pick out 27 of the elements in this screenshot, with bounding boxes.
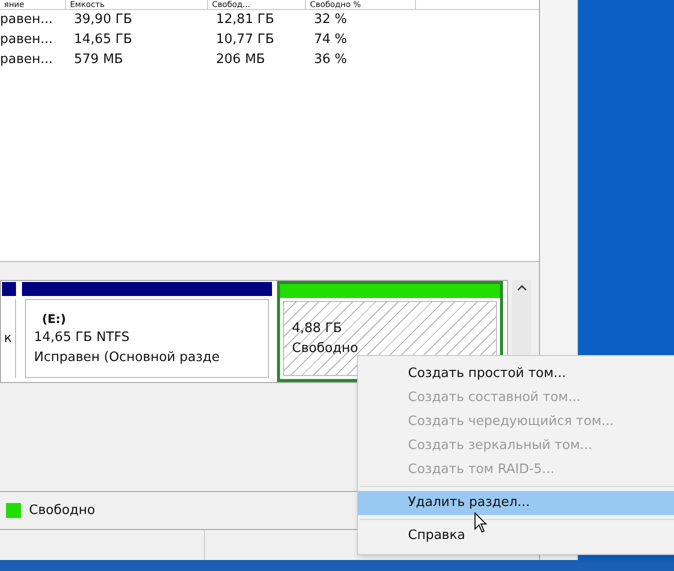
partition-info: 4,88 ГБ bbox=[292, 320, 343, 338]
scroll-up-icon[interactable] bbox=[516, 284, 526, 292]
table-cell-text: 579 МБ bbox=[73, 51, 124, 70]
column-header[interactable]: яние bbox=[0, 0, 66, 9]
volume-letter: (E:) bbox=[41, 310, 67, 328]
menu-item[interactable]: Справка bbox=[358, 524, 674, 548]
table-cell-text: равен... bbox=[0, 31, 54, 50]
table-cell-text: 10,77 ГБ bbox=[215, 31, 276, 50]
column-header[interactable]: Емкость bbox=[66, 0, 208, 9]
partition-info: Исправен (Основной разде bbox=[34, 348, 221, 366]
menu-item[interactable]: Удалить раздел... bbox=[358, 491, 674, 515]
table-cell-text: 36 % bbox=[313, 51, 348, 70]
table-cell-text: 74 % bbox=[313, 31, 348, 50]
column-header[interactable]: Свобод... bbox=[208, 0, 306, 9]
partition-info: 14,65 ГБ NTFS bbox=[34, 328, 130, 346]
partition-info: к bbox=[4, 330, 13, 348]
table-cell-text: 14,65 ГБ bbox=[73, 31, 134, 50]
table-cell-text: 12,81 ГБ bbox=[215, 11, 276, 30]
legend-label: Свободно bbox=[29, 502, 96, 520]
mouse-pointer-icon bbox=[474, 512, 488, 534]
partition-info: Свободно bbox=[292, 340, 360, 358]
table-cell-text: 39,90 ГБ bbox=[73, 11, 134, 30]
table-cell-text: 32 % bbox=[313, 11, 348, 30]
column-header[interactable]: Свободно % bbox=[306, 0, 416, 9]
table-cell-text: 206 МБ bbox=[215, 51, 266, 70]
table-cell-text: равен... bbox=[0, 11, 54, 30]
table-cell-text: равен... bbox=[0, 51, 54, 70]
